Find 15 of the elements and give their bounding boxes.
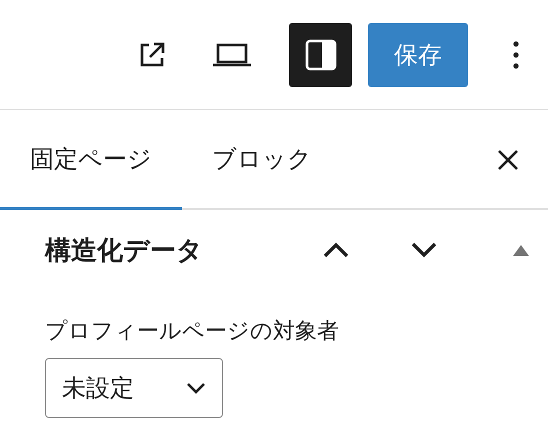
laptop-icon[interactable]	[212, 42, 252, 66]
collapse-icon[interactable]	[513, 244, 529, 256]
chevron-down-icon	[186, 382, 206, 394]
save-button[interactable]: 保存	[368, 22, 468, 86]
tab[interactable]: ブロック	[182, 110, 342, 210]
move-up-icon[interactable]	[323, 242, 349, 258]
move-down-icon[interactable]	[411, 242, 437, 258]
sidebar-icon	[304, 38, 336, 70]
close-icon[interactable]	[497, 149, 519, 171]
panel-title: 構造化データ	[45, 234, 204, 268]
field-label: プロフィールページの対象者	[45, 318, 339, 346]
sidebar-toggle-button[interactable]	[289, 22, 352, 86]
more-options-icon[interactable]	[513, 40, 519, 70]
tab[interactable]: 固定ページ	[0, 110, 182, 210]
select-field[interactable]: 未設定	[45, 358, 223, 418]
